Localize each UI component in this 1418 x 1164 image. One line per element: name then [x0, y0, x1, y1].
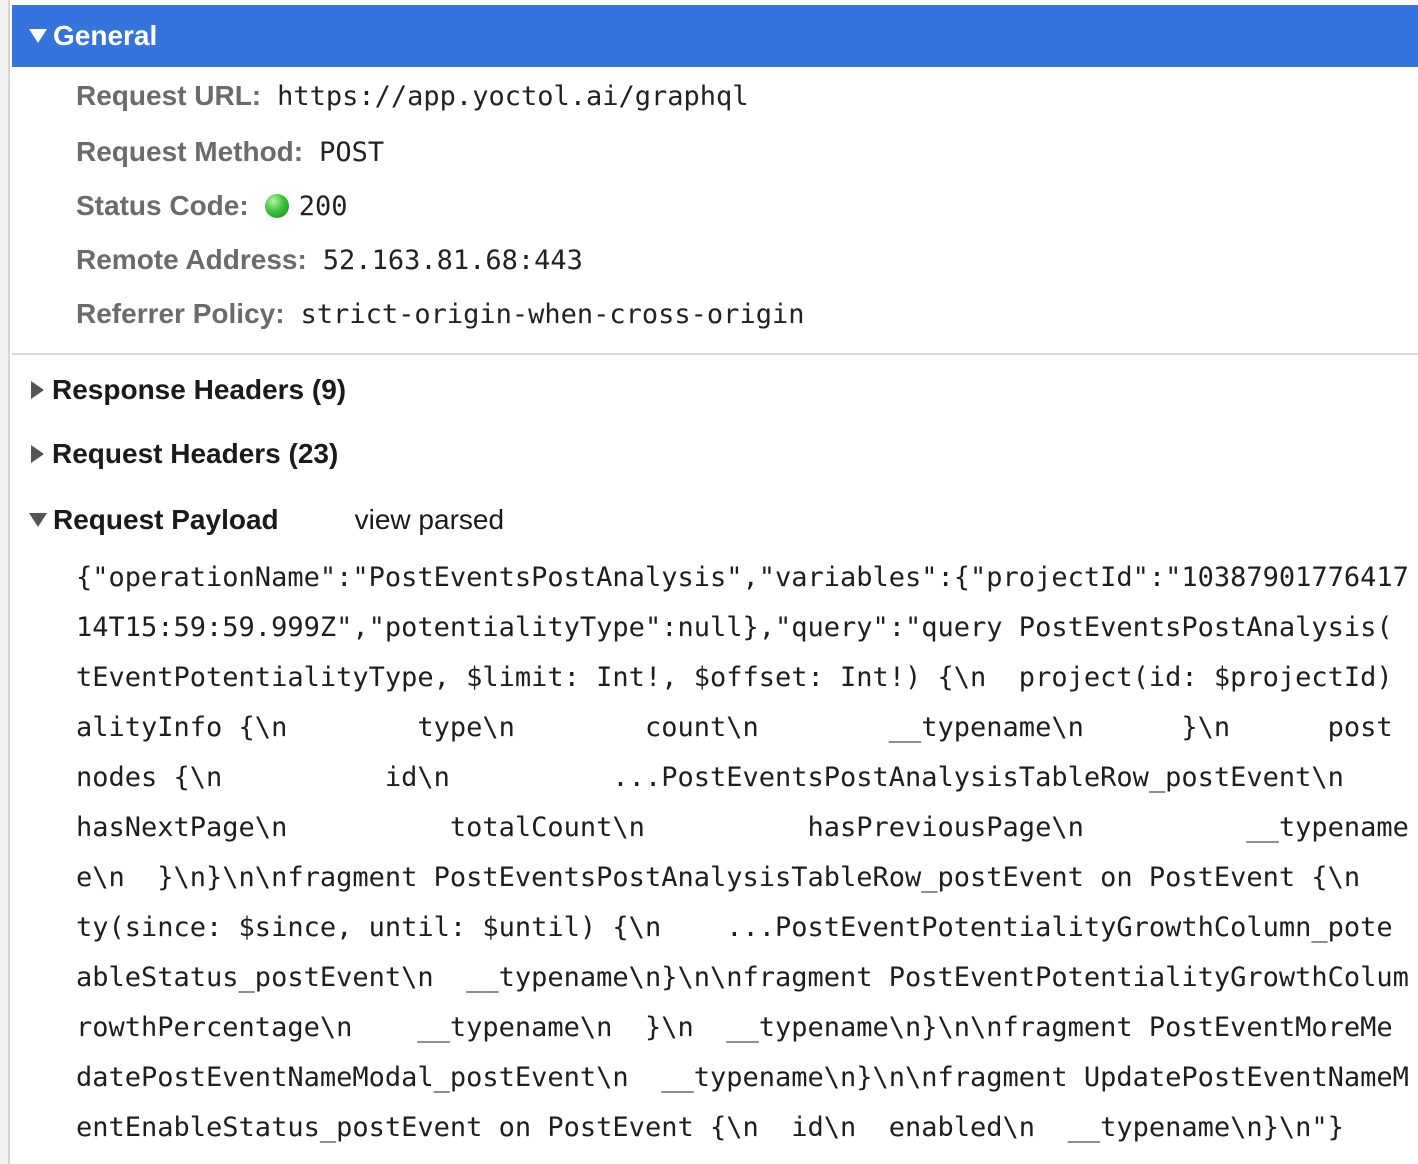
request-url-label: Request URL:: [76, 80, 262, 111]
request-payload-body[interactable]: {"operationName":"PostEventsPostAnalysis…: [76, 553, 1418, 1153]
status-code-row: Status Code: 200: [76, 186, 347, 226]
left-gutter: [0, 0, 10, 1164]
request-method-value[interactable]: POST: [319, 137, 384, 168]
referrer-policy-label: Referrer Policy:: [76, 298, 285, 329]
payload-line: 14T15:59:59.999Z","potentialityType":nul…: [76, 612, 1393, 643]
section-divider: [12, 353, 1418, 355]
general-section-header[interactable]: General: [12, 5, 1418, 67]
request-payload-section[interactable]: Request Payload view parsed: [12, 498, 504, 542]
response-headers-section[interactable]: Response Headers (9): [12, 368, 346, 412]
payload-line: {"operationName":"PostEventsPostAnalysis…: [76, 562, 1409, 593]
response-headers-title: Response Headers (9): [52, 374, 347, 405]
remote-address-label: Remote Address:: [76, 244, 307, 275]
request-headers-title: Request Headers (23): [52, 438, 339, 469]
payload-line: ableStatus_postEvent\n __typename\n}\n\n…: [76, 962, 1409, 993]
view-parsed-link[interactable]: view parsed: [355, 504, 504, 536]
payload-line: tEventPotentialityType, $limit: Int!, $o…: [76, 662, 1393, 693]
request-method-label: Request Method:: [76, 136, 304, 167]
request-headers-section[interactable]: Request Headers (23): [12, 432, 338, 476]
payload-line: rowthPercentage\n __typename\n }\n __typ…: [76, 1012, 1393, 1043]
remote-address-value[interactable]: 52.163.81.68:443: [323, 245, 583, 276]
status-ok-icon: [264, 194, 289, 218]
referrer-policy-row: Referrer Policy: strict-origin-when-cros…: [76, 294, 804, 334]
collapse-triangle-icon: [31, 381, 44, 399]
status-code-label: Status Code:: [76, 190, 249, 221]
payload-line: hasNextPage\n totalCount\n hasPreviousPa…: [76, 812, 1409, 843]
payload-line: e\n }\n}\n\nfragment PostEventsPostAnaly…: [76, 862, 1361, 893]
request-method-row: Request Method: POST: [76, 132, 384, 172]
headers-panel: General Request URL: https://app.yoctol.…: [12, 0, 1418, 1164]
expand-triangle-icon: [29, 29, 47, 43]
general-title: General: [53, 20, 158, 51]
remote-address-row: Remote Address: 52.163.81.68:443: [76, 240, 583, 280]
request-payload-title: Request Payload: [53, 504, 279, 535]
payload-line: entEnableStatus_postEvent on PostEvent {…: [76, 1112, 1344, 1143]
collapse-triangle-icon: [31, 445, 44, 463]
status-code-value[interactable]: 200: [299, 191, 348, 222]
payload-line: ty(since: $since, until: $until) {\n ...…: [76, 912, 1393, 943]
payload-line: datePostEventNameModal_postEvent\n __typ…: [76, 1062, 1409, 1093]
referrer-policy-value[interactable]: strict-origin-when-cross-origin: [301, 299, 805, 330]
request-url-value[interactable]: https://app.yoctol.ai/graphql: [277, 81, 748, 112]
payload-line: nodes {\n id\n ...PostEventsPostAnalysis…: [76, 762, 1344, 793]
expand-triangle-icon: [29, 513, 47, 527]
request-url-row: Request URL: https://app.yoctol.ai/graph…: [76, 76, 749, 116]
payload-line: alityInfo {\n type\n count\n __typename\…: [76, 712, 1393, 743]
